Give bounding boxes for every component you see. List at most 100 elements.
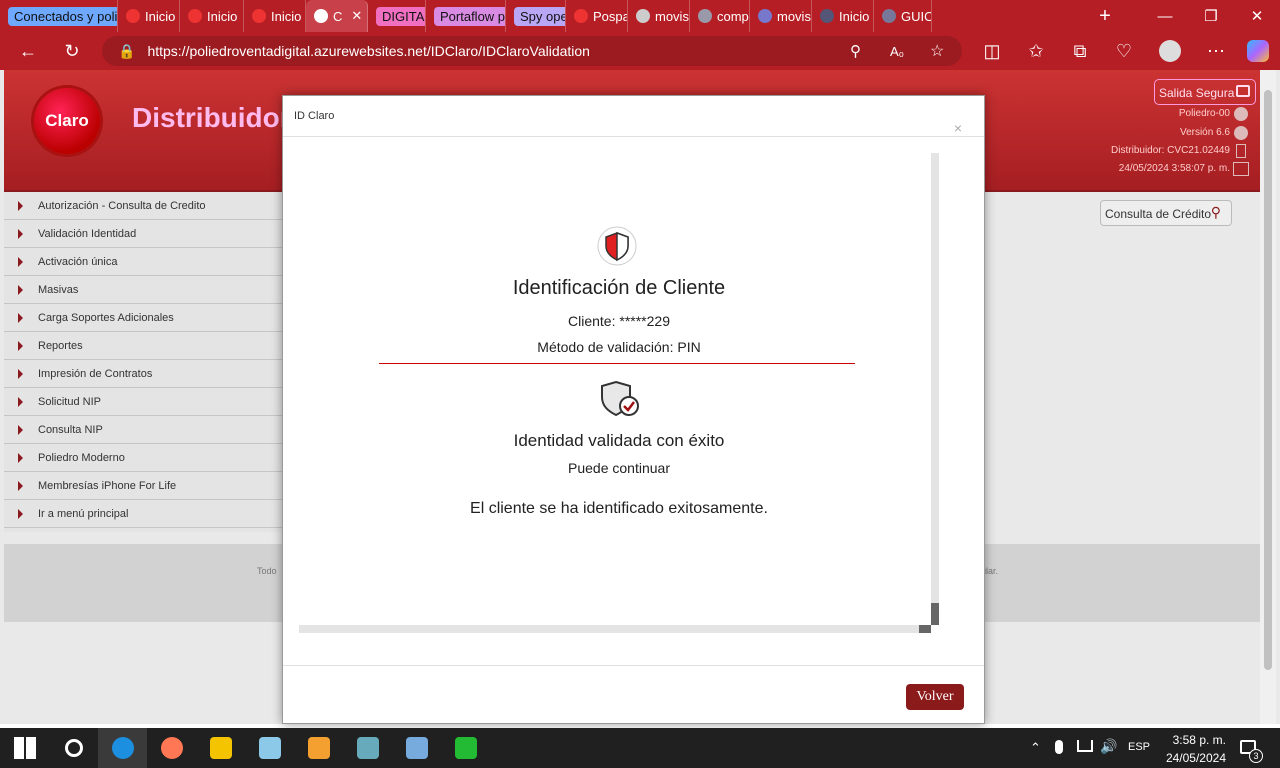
menu-item[interactable]: Activación única <box>4 248 282 276</box>
favorites-icon[interactable]: ✩ <box>1018 33 1054 69</box>
header-info-datetime: 24/05/2024 3:58:07 p. m. <box>1118 163 1230 174</box>
taskbar-calculator[interactable] <box>392 728 441 768</box>
menu-item-label: Membresías iPhone For Life <box>38 479 177 492</box>
clock-date[interactable]: 24/05/2024 <box>1160 751 1226 765</box>
refresh-button[interactable]: ↻ <box>54 33 90 69</box>
microphone-icon[interactable] <box>1055 740 1063 754</box>
close-window-button[interactable]: ✕ <box>1234 0 1280 32</box>
edge-icon <box>111 737 134 759</box>
arrow-right-icon <box>18 424 23 435</box>
tab-close-icon[interactable]: ✕ <box>351 8 362 24</box>
modal-hscroll[interactable] <box>299 625 931 633</box>
page-scrollbar[interactable] <box>1260 70 1276 724</box>
favorite-star-icon[interactable]: ☆ <box>930 41 944 61</box>
new-tab-button[interactable]: + <box>1085 0 1125 32</box>
maximize-button[interactable]: ❐ <box>1188 0 1234 32</box>
salida-segura-button[interactable]: Salida Segura <box>1154 79 1256 105</box>
taskbar-firefox[interactable] <box>147 728 196 768</box>
tab-group-label: DIGITAL <box>376 6 425 26</box>
copilot-icon[interactable] <box>1240 33 1276 69</box>
arrow-right-icon <box>18 368 23 379</box>
app-orange-icon <box>307 737 330 759</box>
menu-item[interactable]: Poliedro Moderno <box>4 444 282 472</box>
tab-favicon-icon <box>636 9 650 23</box>
page-scrollbar-thumb[interactable] <box>1264 90 1272 670</box>
modal-vscroll-thumb[interactable] <box>931 603 939 625</box>
calendar-icon <box>1233 162 1249 176</box>
modal-hscroll-thumb[interactable] <box>919 625 931 633</box>
clock-time[interactable]: 3:58 p. m. <box>1160 733 1226 747</box>
arrow-right-icon <box>18 228 23 239</box>
tab-favicon-icon <box>188 9 202 23</box>
menu-item[interactable]: Solicitud NIP <box>4 388 282 416</box>
menu-item[interactable]: Carga Soportes Adicionales <box>4 304 282 332</box>
tab-label: GUIO <box>901 8 932 24</box>
split-screen-icon[interactable]: ◫ <box>974 33 1010 69</box>
lock-icon <box>1236 85 1250 97</box>
menu-item[interactable]: Consulta NIP <box>4 416 282 444</box>
browser-tab-9[interactable]: movis <box>628 0 690 32</box>
browser-tab-7[interactable]: Spy oper <box>506 0 566 32</box>
taskbar-spreadsheet[interactable] <box>441 728 490 768</box>
consulta-credito-button[interactable]: Consulta de Crédito ⚲ <box>1100 200 1232 226</box>
taskbar-paint[interactable] <box>343 728 392 768</box>
modal-vscroll[interactable] <box>931 153 939 625</box>
taskbar-edge[interactable] <box>98 728 147 768</box>
tab-label: Inicio <box>271 8 302 24</box>
show-hidden-icons[interactable]: ⌃ <box>1030 740 1041 756</box>
metodo-text: Método de validación: PIN <box>537 339 701 355</box>
tab-label: Inicio <box>145 8 176 24</box>
menu-item[interactable]: Autorización - Consulta de Credito <box>4 192 282 220</box>
search-icon <box>64 739 83 757</box>
shield-icon <box>597 226 637 266</box>
browser-tab-4[interactable]: C ✕ <box>306 0 368 32</box>
arrow-right-icon <box>18 312 23 323</box>
browser-tab-2[interactable]: Inicio <box>180 0 244 32</box>
taskbar-notepad[interactable] <box>245 728 294 768</box>
menu-item-label: Activación única <box>38 255 118 268</box>
menu-item[interactable]: Reportes <box>4 332 282 360</box>
success-title: Identidad validada con éxito <box>513 431 725 450</box>
menu-item-label: Impresión de Contratos <box>38 367 153 380</box>
menu-item[interactable]: Ir a menú principal <box>4 500 282 528</box>
browser-tab-10[interactable]: compr <box>690 0 750 32</box>
minimize-button[interactable]: — <box>1142 0 1188 32</box>
menu-item[interactable]: Masivas <box>4 276 282 304</box>
network-icon[interactable] <box>1077 740 1093 752</box>
back-button[interactable]: ← <box>10 33 46 69</box>
more-menu-icon[interactable]: ⋯ <box>1198 33 1234 69</box>
modal-close-button[interactable]: × <box>954 120 962 136</box>
read-aloud-icon[interactable]: A₀ <box>890 44 904 59</box>
taskbar-windows-start[interactable] <box>0 728 49 768</box>
browser-tab-11[interactable]: movis <box>750 0 812 32</box>
language-indicator[interactable]: ESP <box>1128 741 1150 753</box>
arrow-right-icon <box>18 284 23 295</box>
browser-tab-8[interactable]: Pospa <box>566 0 628 32</box>
menu-item[interactable]: Membresías iPhone For Life <box>4 472 282 500</box>
volume-icon[interactable]: 🔊 <box>1100 738 1117 755</box>
browser-tab-12[interactable]: Inicio <box>812 0 874 32</box>
collections-icon[interactable]: ⧉ <box>1062 33 1098 69</box>
header-info-distributor: Distribuidor: CVC21.02449 <box>1111 145 1230 156</box>
magnifier-icon: ⚲ <box>1210 204 1221 220</box>
id-claro-modal: ID Claro × Identificación de Cliente Cli… <box>282 95 985 724</box>
browser-tab-0[interactable]: Conectados y poli <box>0 0 118 32</box>
browser-tab-6[interactable]: Portaflow pajarito <box>426 0 506 32</box>
volver-button[interactable]: Volver <box>906 684 964 710</box>
browser-tab-5[interactable]: DIGITAL <box>368 0 426 32</box>
taskbar-app-orange[interactable] <box>294 728 343 768</box>
profile-avatar[interactable] <box>1152 33 1188 69</box>
browser-tab-3[interactable]: Inicio <box>244 0 306 32</box>
menu-item[interactable]: Validación Identidad <box>4 220 282 248</box>
taskbar-search[interactable] <box>49 728 98 768</box>
url-field[interactable]: 🔒 https://poliedroventadigital.azurewebs… <box>102 36 962 66</box>
header-info-user: Poliedro-00 <box>1178 108 1230 119</box>
zoom-icon[interactable]: ⚲ <box>850 42 861 60</box>
tab-label: movis <box>655 8 689 24</box>
taskbar-file-explorer[interactable] <box>196 728 245 768</box>
browser-tab-1[interactable]: Inicio <box>118 0 180 32</box>
performance-icon[interactable]: ♡ <box>1106 33 1142 69</box>
arrow-right-icon <box>18 508 23 519</box>
menu-item[interactable]: Impresión de Contratos <box>4 360 282 388</box>
browser-tab-13[interactable]: GUIO <box>874 0 932 32</box>
